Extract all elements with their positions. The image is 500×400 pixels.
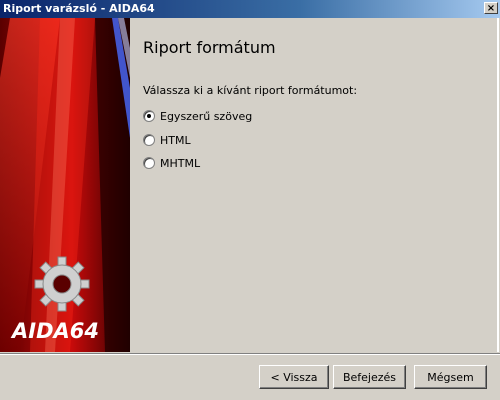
- gear-icon: [34, 256, 90, 312]
- back-button[interactable]: < Vissza: [259, 365, 329, 389]
- radio-label: MHTML: [160, 156, 201, 170]
- aida64-banner: AIDA64: [0, 18, 130, 352]
- radio-button[interactable]: [143, 157, 155, 169]
- radio-label: HTML: [160, 133, 191, 147]
- banner-graphic: AIDA64: [0, 18, 130, 352]
- close-icon: ×: [486, 3, 496, 14]
- window-title: Riport varázsló - AIDA64: [3, 2, 155, 15]
- close-button[interactable]: ×: [484, 2, 498, 14]
- finish-button[interactable]: Befejezés: [333, 365, 406, 389]
- radio-label: Egyszerű szöveg: [160, 109, 253, 123]
- format-prompt: Válassza ki a kívánt riport formátumot:: [143, 84, 358, 97]
- radio-option-html[interactable]: HTML: [143, 132, 191, 148]
- radio-option-mhtml[interactable]: MHTML: [143, 155, 200, 171]
- cancel-button[interactable]: Mégsem: [414, 365, 487, 389]
- wizard-window: AIDA64 Riport formátum Válassza ki a kív…: [0, 18, 500, 400]
- radio-button-selected[interactable]: [143, 110, 155, 122]
- banner-logo-text: AIDA64: [10, 319, 99, 343]
- footer-separator: [0, 353, 500, 355]
- wizard-content: Riport formátum Válassza ki a kívánt rip…: [130, 18, 499, 352]
- title-bar: Riport varázsló - AIDA64 ×: [0, 0, 500, 18]
- radio-option-plain-text[interactable]: Egyszerű szöveg: [143, 108, 252, 124]
- page-title: Riport formátum: [143, 38, 276, 57]
- radio-button[interactable]: [143, 134, 155, 146]
